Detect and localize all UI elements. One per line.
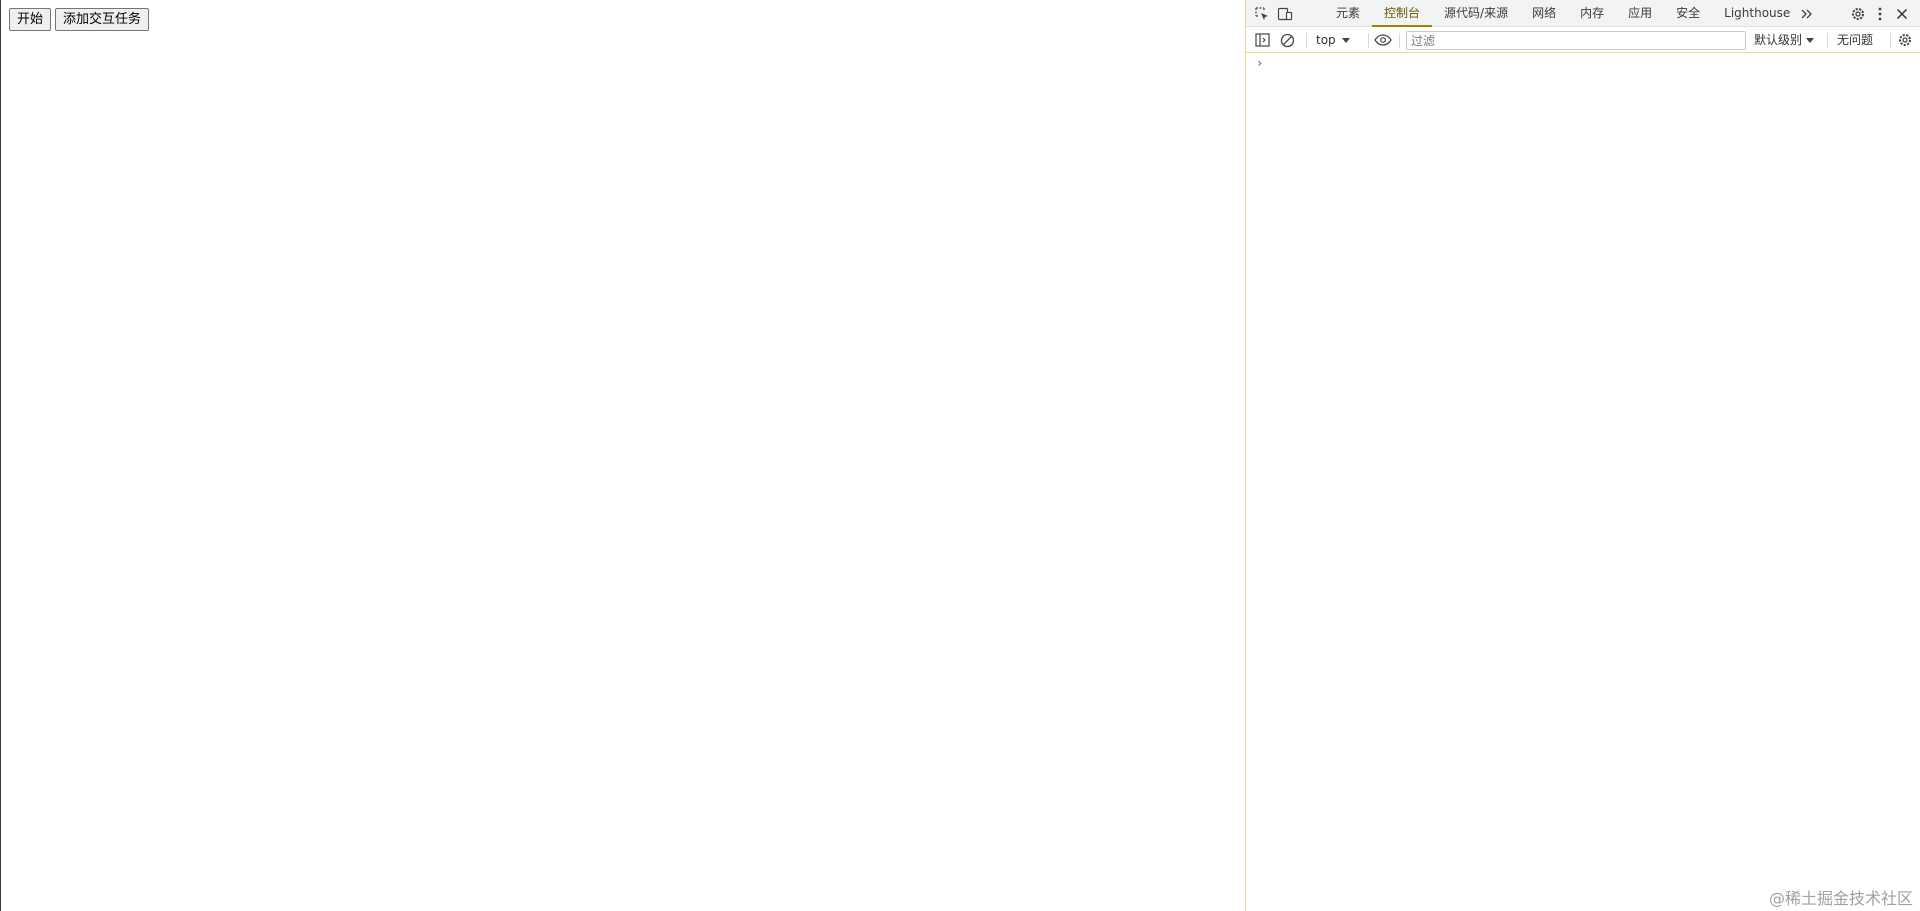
more-options-icon[interactable] — [1869, 3, 1891, 25]
js-context-select[interactable]: top — [1316, 32, 1350, 49]
toolbar-divider — [1890, 33, 1891, 48]
close-devtools-icon[interactable] — [1891, 3, 1913, 25]
tab-network[interactable]: 网络 — [1520, 0, 1568, 27]
devtools-panel: 元素 控制台 源代码/来源 网络 内存 应用 安全 Lighthouse top… — [1245, 0, 1920, 911]
console-prompt-icon: › — [1256, 56, 1264, 70]
tab-sources[interactable]: 源代码/来源 — [1432, 0, 1520, 27]
settings-gear-icon[interactable] — [1847, 3, 1869, 25]
device-toolbar-icon[interactable] — [1274, 3, 1296, 25]
devtools-tabs: 元素 控制台 源代码/来源 网络 内存 应用 安全 Lighthouse — [1324, 0, 1802, 27]
more-tabs-chevron-icon[interactable] — [1796, 3, 1818, 25]
start-button[interactable]: 开始 — [9, 8, 52, 31]
toolbar-divider — [1399, 33, 1400, 48]
console-toolbar: top 默认级别 无问题 — [1246, 28, 1920, 53]
console-output-area[interactable]: › — [1246, 54, 1920, 911]
context-value: top — [1316, 33, 1336, 47]
tab-elements[interactable]: 元素 — [1324, 0, 1372, 27]
page-button-group: 开始 添加交互任务 — [9, 8, 150, 31]
dropdown-triangle-icon — [1341, 38, 1350, 43]
devtools-tabbar: 元素 控制台 源代码/来源 网络 内存 应用 安全 Lighthouse — [1246, 0, 1920, 27]
clear-console-icon[interactable] — [1276, 29, 1298, 51]
issues-counter[interactable]: 无问题 — [1837, 32, 1873, 49]
console-settings-gear-icon[interactable] — [1894, 29, 1916, 51]
log-level-select[interactable]: 默认级别 — [1754, 32, 1815, 49]
console-filter-input[interactable] — [1406, 31, 1746, 50]
toolbar-divider — [1827, 33, 1828, 48]
tab-memory[interactable]: 内存 — [1568, 0, 1616, 27]
web-page-viewport: 开始 添加交互任务 — [0, 0, 1245, 911]
sidebar-toggle-icon[interactable] — [1251, 29, 1273, 51]
live-expression-eye-icon[interactable] — [1372, 29, 1394, 51]
tab-lighthouse[interactable]: Lighthouse — [1712, 0, 1802, 27]
tab-console[interactable]: 控制台 — [1372, 0, 1433, 27]
inspect-element-icon[interactable] — [1251, 3, 1273, 25]
toolbar-divider — [1368, 33, 1369, 48]
log-level-value: 默认级别 — [1754, 33, 1803, 47]
tab-application[interactable]: 应用 — [1616, 0, 1664, 27]
tab-security[interactable]: 安全 — [1664, 0, 1712, 27]
add-interaction-task-button[interactable]: 添加交互任务 — [55, 8, 150, 31]
toolbar-divider — [1306, 33, 1307, 48]
watermark-text: @稀土掘金技术社区 — [1768, 889, 1913, 908]
dropdown-triangle-icon — [1806, 38, 1815, 43]
